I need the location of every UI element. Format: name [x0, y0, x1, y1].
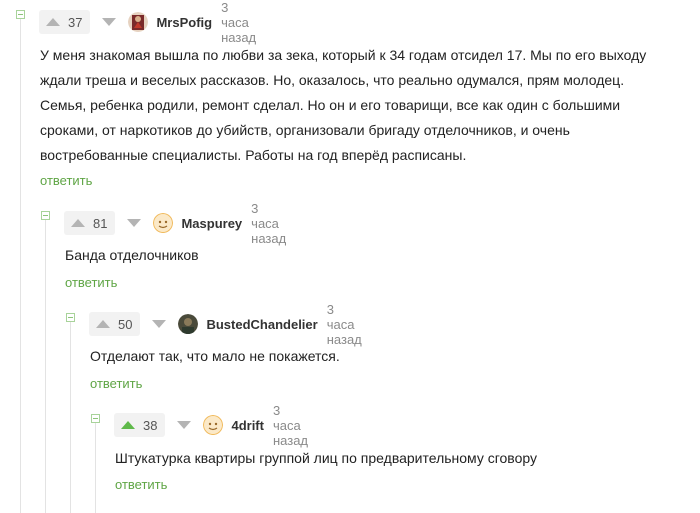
thread-line: [20, 18, 21, 513]
comment-text-line: востребованные специалисты. Работы на го…: [40, 147, 467, 163]
timestamp[interactable]: 3 часа назад: [273, 403, 308, 448]
username[interactable]: BustedChandelier: [206, 317, 317, 332]
username[interactable]: MrsPofig: [156, 15, 212, 30]
username[interactable]: Maspurey: [181, 216, 242, 231]
downvote-icon[interactable]: [102, 18, 117, 26]
vote-count: 37: [68, 14, 83, 30]
vote-box: 50: [89, 312, 141, 336]
thread-line: [45, 220, 46, 513]
user-avatar-icon[interactable]: [178, 314, 199, 334]
reply-button[interactable]: ответить: [40, 173, 92, 188]
vote-count: 38: [143, 417, 158, 433]
user-avatar-icon[interactable]: [128, 12, 149, 32]
comment-text-line: Семья, ребенка родили, ремонт сделал. Но…: [40, 97, 621, 113]
timestamp[interactable]: 3 часа назад: [251, 201, 286, 246]
comment-header: 81 Maspurey 3 часа назад: [64, 201, 286, 246]
downvote-icon[interactable]: [152, 320, 167, 328]
comment-text: Отделают так, что мало не покажется.: [90, 344, 690, 369]
reply-button[interactable]: ответить: [115, 477, 167, 492]
comment-text-line: Отделают так, что мало не покажется.: [90, 348, 340, 364]
timestamp[interactable]: 3 часа назад: [327, 302, 362, 347]
vote-count: 50: [118, 316, 133, 332]
comment-header: 38 4drift 3 часа назад: [114, 403, 308, 448]
downvote-icon[interactable]: [177, 421, 192, 429]
upvote-icon[interactable]: [96, 320, 110, 328]
downvote-icon[interactable]: [127, 219, 142, 227]
comment-header: 50 BustedChandelier 3 часа назад: [89, 302, 362, 347]
comment-text: У меня знакомая вышла по любви за зека, …: [40, 43, 690, 168]
comment-text: Штукатурка квартиры группой лиц по предв…: [115, 446, 695, 471]
comment-text-line: Штукатурка квартиры группой лиц по предв…: [115, 450, 538, 466]
upvote-icon[interactable]: [71, 219, 85, 227]
thread-line: [95, 423, 96, 513]
reply-button[interactable]: ответить: [90, 376, 142, 391]
collapse-thread-button[interactable]: [91, 414, 100, 423]
comment-text-line: сроками, от наркотиков до убийств, орган…: [40, 122, 570, 138]
vote-box: 38: [114, 413, 166, 437]
timestamp[interactable]: 3 часа назад: [221, 0, 256, 45]
upvote-icon[interactable]: [46, 18, 60, 26]
comment-text-line: У меня знакомая вышла по любви за зека, …: [40, 47, 647, 63]
vote-count: 81: [93, 215, 108, 231]
vote-box: 81: [64, 211, 116, 235]
comment-header: 37 MrsPofig 3 часа назад: [39, 0, 256, 45]
collapse-thread-button[interactable]: [66, 313, 75, 322]
user-avatar-icon[interactable]: [203, 415, 224, 435]
collapse-thread-button[interactable]: [16, 10, 25, 19]
vote-box: 37: [39, 10, 91, 34]
username[interactable]: 4drift: [231, 418, 264, 433]
comment-text-line: Банда отделочников: [65, 247, 199, 263]
reply-button[interactable]: ответить: [65, 275, 117, 290]
user-avatar-icon[interactable]: [153, 213, 174, 233]
comment-text: Банда отделочников: [65, 243, 685, 268]
upvote-icon[interactable]: [121, 421, 135, 429]
collapse-thread-button[interactable]: [41, 211, 50, 220]
thread-line: [70, 322, 71, 513]
comment-text-line: ждали треша и веселых рассказов. Но, ока…: [40, 72, 625, 88]
